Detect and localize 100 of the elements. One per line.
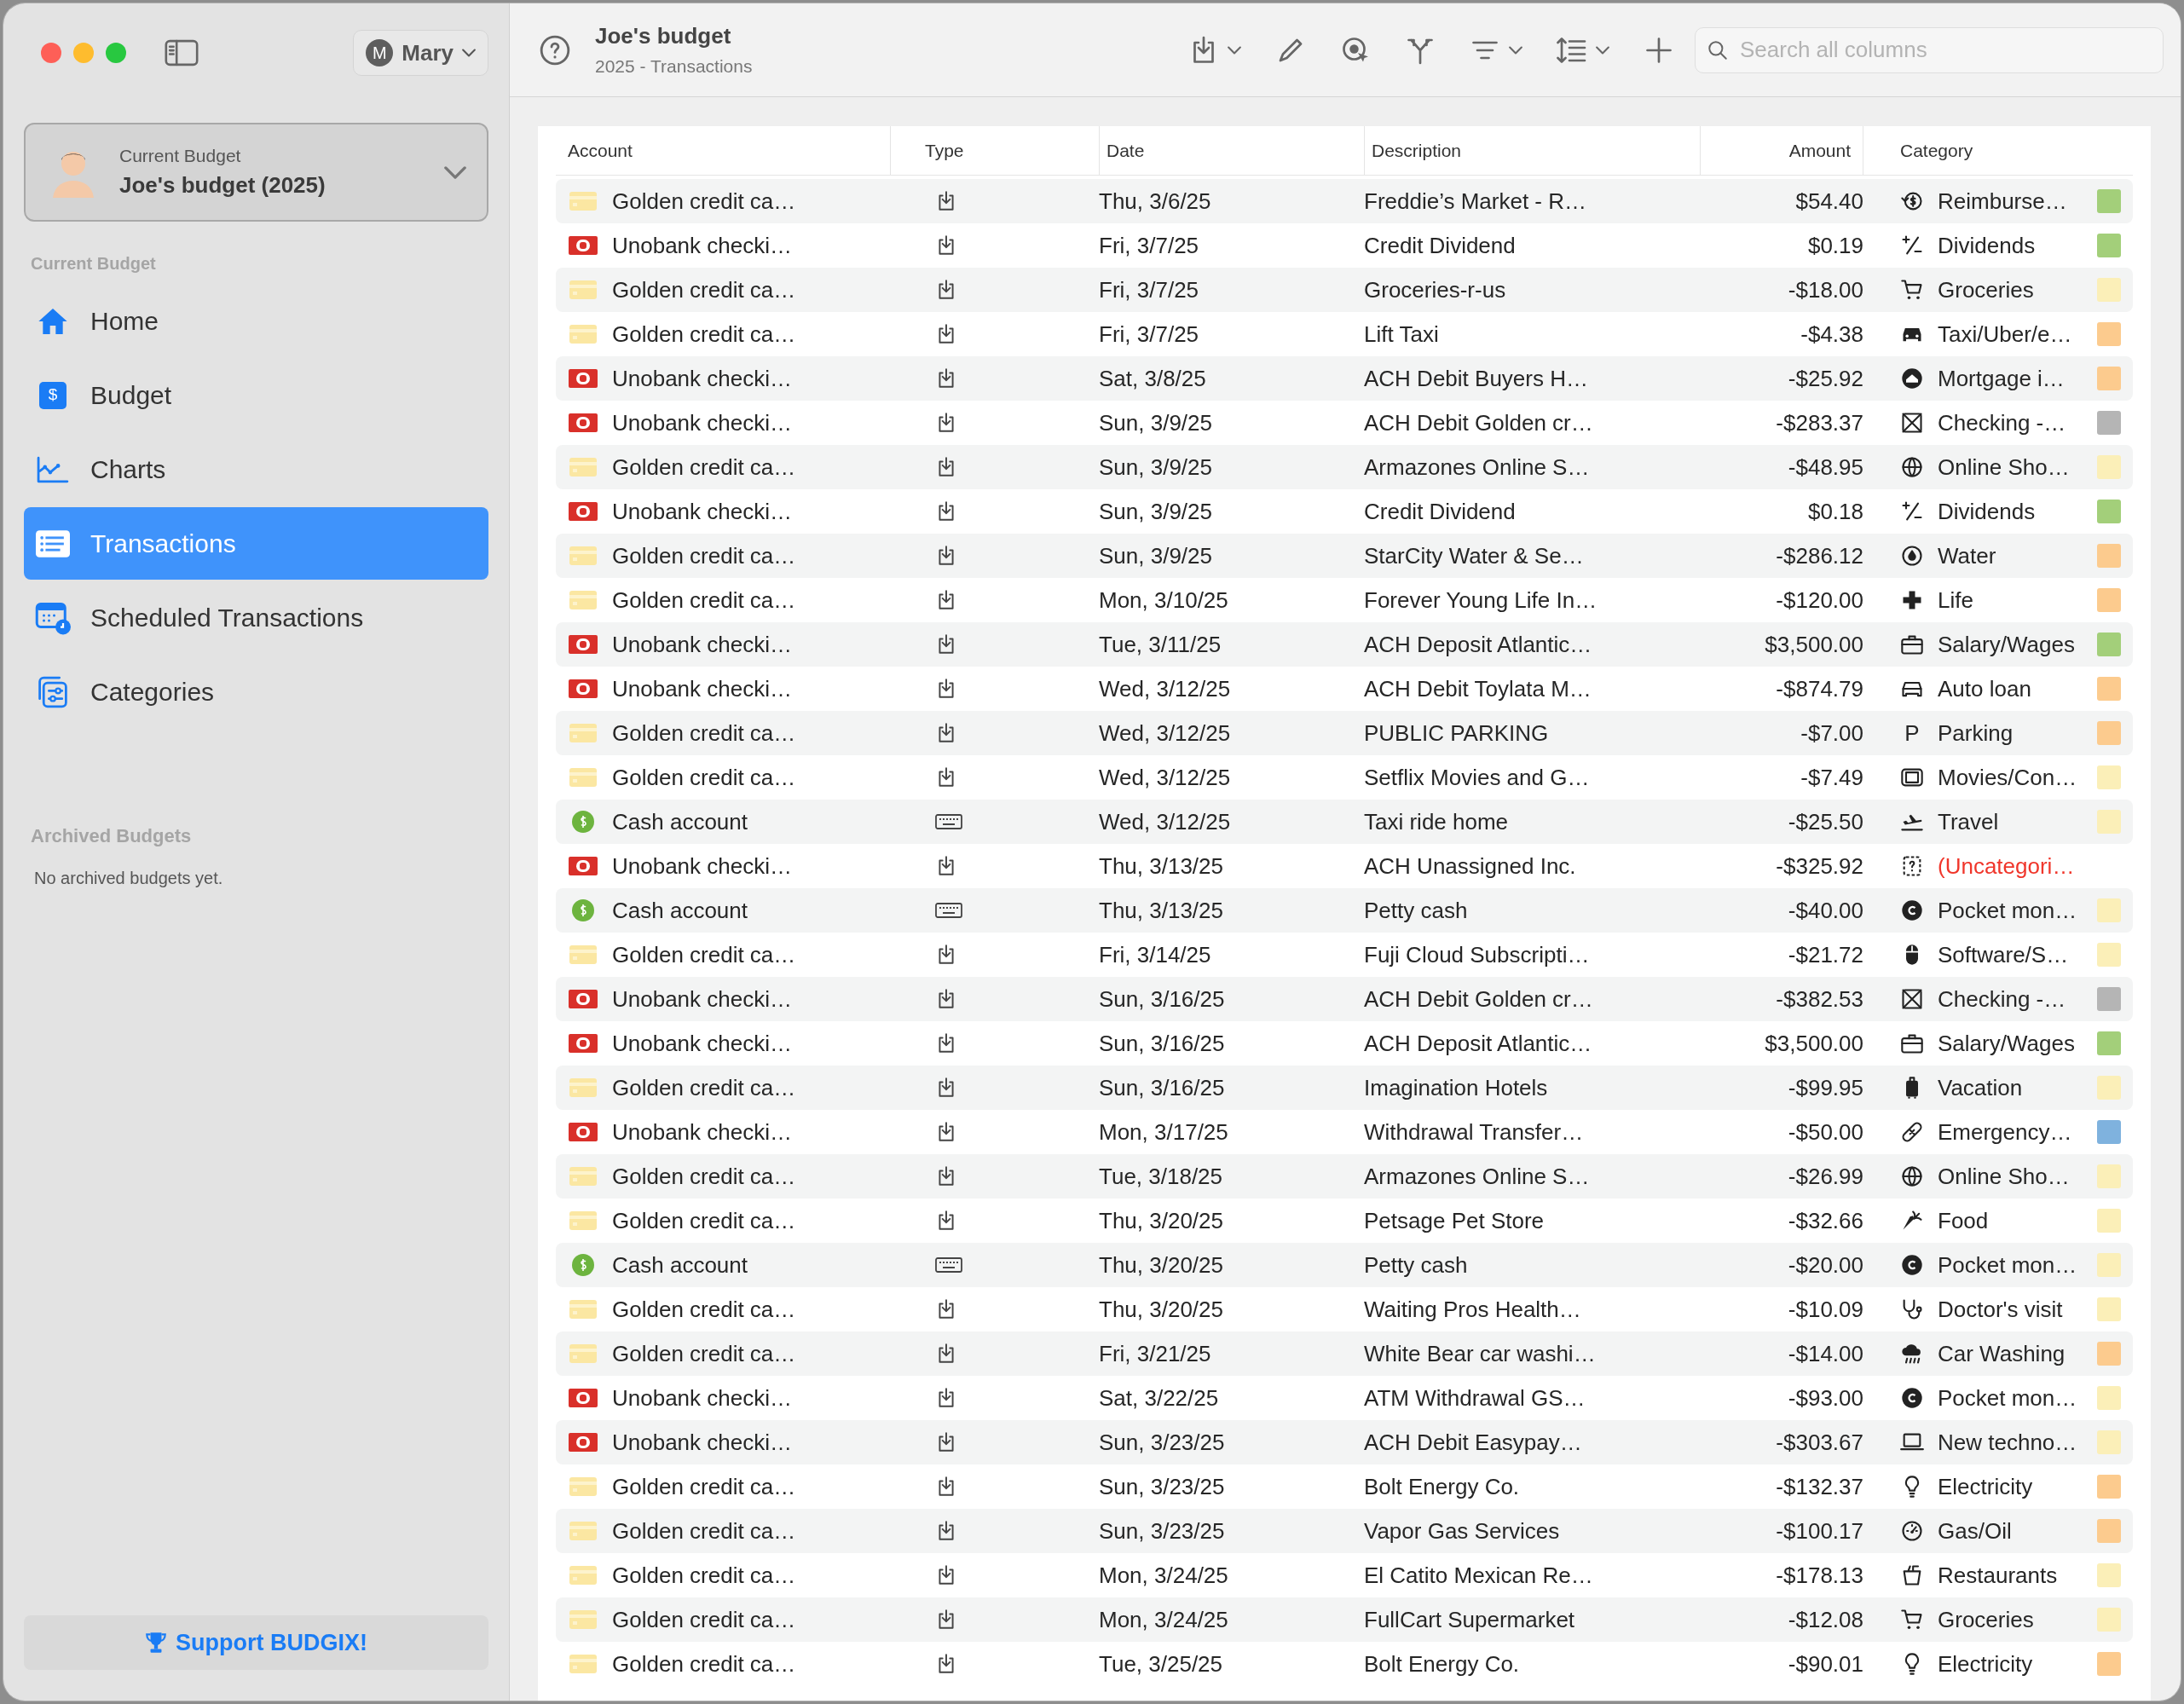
credit-card-icon	[569, 458, 597, 477]
date-cell: Mon, 3/17/25	[1099, 1118, 1228, 1145]
credit-card-icon	[569, 724, 597, 742]
date-cell: Wed, 3/12/25	[1099, 764, 1231, 790]
column-header[interactable]: Type	[891, 136, 964, 165]
column-header[interactable]: Account	[568, 136, 633, 165]
sidebar-item[interactable]: Charts	[24, 433, 488, 505]
description-cell: Waiting Pros Health…	[1364, 1296, 1581, 1322]
description-cell: Freddie’s Market - R…	[1364, 188, 1587, 214]
date-cell: Tue, 3/25/25	[1099, 1650, 1223, 1677]
date-cell: Fri, 3/21/25	[1099, 1340, 1211, 1366]
description-cell: White Bear car washi…	[1364, 1340, 1596, 1366]
window-subtitle: 2025 - Transactions	[595, 55, 753, 78]
date-cell: Sun, 3/16/25	[1099, 1074, 1225, 1100]
sidebar-item[interactable]: Categories	[24, 656, 488, 728]
date-cell: Fri, 3/14/25	[1099, 941, 1211, 968]
globe-icon	[1900, 455, 1924, 479]
category-cell-text: Dividends	[1938, 231, 2036, 260]
account-cell-text: Cash account	[612, 896, 748, 925]
category-cell-text: Food	[1938, 1206, 1989, 1235]
category-cell-text: Software/S…	[1938, 940, 2069, 969]
column-header[interactable]: Description	[1365, 136, 1462, 165]
banknote-icon	[569, 369, 598, 388]
sidebar-item[interactable]: Home	[24, 285, 488, 357]
account-cell-text: Golden credit ca…	[612, 1295, 796, 1324]
description-cell: Groceries-r-us	[1364, 276, 1506, 303]
date-cell: Thu, 3/13/25	[1099, 852, 1223, 879]
category-cell-text: Restaurants	[1938, 1561, 2058, 1590]
amount-cell-text: -$26.99	[1788, 1162, 1863, 1191]
account-cell-text: Unobank checki…	[612, 1428, 792, 1457]
category-cell-text: Groceries	[1938, 1605, 2034, 1634]
water-drop-icon	[1900, 544, 1924, 568]
coin-icon	[1900, 1253, 1924, 1277]
account-cell-text: Golden credit ca…	[612, 1561, 796, 1590]
account-cell-text: Golden credit ca…	[612, 275, 796, 304]
date-cell: Wed, 3/12/25	[1099, 719, 1231, 746]
account-cell-text: Unobank checki…	[612, 408, 792, 437]
account-cell-text: Unobank checki…	[612, 1118, 792, 1147]
amount-cell-text: -$874.79	[1776, 674, 1863, 703]
credit-card-icon	[569, 325, 597, 344]
budget-picker[interactable]: Current Budget Joe's budget (2025)	[24, 123, 488, 222]
column-header[interactable]: Amount	[1788, 136, 1851, 165]
date-cell: Sun, 3/9/25	[1099, 453, 1212, 480]
category-cell-text: Groceries	[1938, 275, 2034, 304]
section-heading: Current Budget	[31, 253, 156, 274]
credit-card-icon	[569, 1522, 597, 1540]
category-cell-text: Pocket mon…	[1938, 896, 2077, 925]
category-cell-text: Pocket mon…	[1938, 1383, 2077, 1412]
help-icon[interactable]	[539, 33, 571, 66]
column-header[interactable]: Category	[1863, 136, 1973, 165]
x-square-icon	[1900, 411, 1924, 435]
category-cell-text: (Uncategori…	[1938, 852, 2075, 881]
amount-cell-text: $0.18	[1807, 497, 1863, 526]
user-menu-button[interactable]: M Mary	[353, 30, 488, 76]
description-cell: Credit Dividend	[1364, 232, 1516, 258]
description-cell: Setflix Movies and G…	[1364, 764, 1590, 790]
category-cell-text: Emergency…	[1938, 1118, 2072, 1147]
coin-icon	[1900, 898, 1924, 922]
category-cell-text: Electricity	[1938, 1472, 2033, 1501]
column-header[interactable]: Date	[1100, 136, 1145, 165]
description-cell: Vapor Gas Services	[1364, 1517, 1560, 1544]
keyboard-icon	[935, 901, 962, 920]
date-cell: Thu, 3/20/25	[1099, 1296, 1223, 1322]
coin-icon	[572, 811, 594, 833]
date-cell: Mon, 3/10/25	[1099, 586, 1228, 613]
date-cell: Thu, 3/13/25	[1099, 897, 1223, 923]
amount-cell-text: -$48.95	[1788, 453, 1863, 482]
amount-cell-text: -$32.66	[1788, 1206, 1863, 1235]
account-cell-text: Unobank checki…	[612, 497, 792, 526]
amount-cell-text: -$7.49	[1800, 763, 1863, 792]
cart-icon	[1900, 278, 1924, 302]
description-cell: Armazones Online S…	[1364, 1163, 1590, 1189]
date-cell: Wed, 3/12/25	[1099, 675, 1231, 702]
list-icon	[36, 529, 70, 557]
amount-cell-text: -$325.92	[1776, 852, 1863, 881]
credit-card-icon	[569, 1211, 597, 1230]
banknote-icon	[569, 1389, 598, 1407]
amount-cell-text: $54.40	[1795, 187, 1863, 216]
search-field[interactable]: Search all columns	[1695, 26, 2164, 73]
sidebar-item[interactable]: Scheduled Transactions	[24, 581, 488, 654]
credit-card-icon	[569, 1655, 597, 1673]
account-cell-text: Golden credit ca…	[612, 940, 796, 969]
description-cell: ACH Deposit Atlantic…	[1364, 1030, 1592, 1056]
empty-note: No archived budgets yet.	[34, 868, 223, 889]
amount-cell-text: -$20.00	[1788, 1251, 1863, 1279]
description-cell: ACH Debit Golden cr…	[1364, 409, 1593, 436]
credit-card-icon	[569, 1078, 597, 1097]
amount-cell-text: -$90.01	[1788, 1649, 1863, 1678]
category-cell-text: Online Sho…	[1938, 1162, 2070, 1191]
account-cell-text: Golden credit ca…	[612, 453, 796, 482]
category-cell-text: Checking -…	[1938, 985, 2066, 1014]
sidebar-item[interactable]: $ Budget	[24, 359, 488, 431]
description-cell: Bolt Energy Co.	[1364, 1650, 1520, 1677]
amount-cell-text: -$286.12	[1776, 541, 1863, 570]
coin-icon	[572, 899, 594, 921]
banknote-icon	[569, 413, 598, 432]
category-cell-text: Checking -…	[1938, 408, 2066, 437]
sidebar-toggle-icon[interactable]	[164, 39, 199, 66]
account-cell-text: Golden credit ca…	[612, 586, 796, 615]
picker-label: Current Budget	[119, 144, 242, 167]
